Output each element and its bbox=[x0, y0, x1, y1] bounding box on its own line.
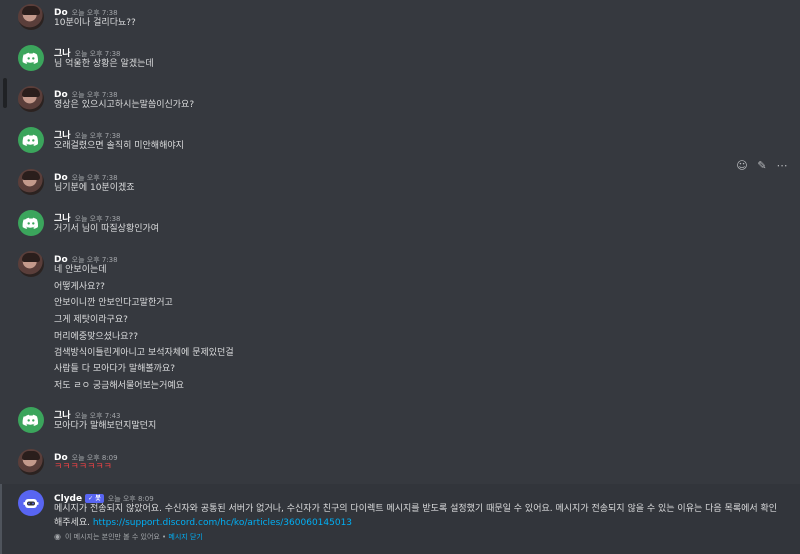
timestamp: 오늘 오후 7:43 bbox=[74, 412, 121, 420]
message: Do 오늘 오후 7:38 네 안보이는데 어떻게사요?? 안보이니깐 안보인다고… bbox=[0, 251, 800, 397]
user-photo-avatar[interactable] bbox=[18, 86, 44, 112]
robot-icon bbox=[23, 499, 39, 508]
message-text: 모아다가 말해보던지말던지 bbox=[54, 421, 157, 431]
message-text: 네 안보이는데 bbox=[54, 265, 107, 275]
message-text: 안보이니깐 안보인다고말한거고 bbox=[54, 298, 173, 308]
discord-logo-avatar[interactable] bbox=[18, 45, 44, 71]
message: 그나 오늘 오후 7:38 님 억울한 상황은 알겠는데 bbox=[0, 45, 800, 73]
discord-logo-avatar[interactable] bbox=[18, 127, 44, 153]
timestamp: 오늘 오후 7:38 bbox=[71, 9, 118, 17]
eye-icon: ◉ bbox=[54, 532, 61, 541]
message-text: 사람들 다 모아다가 말해볼까요? bbox=[54, 364, 176, 374]
message-text: 오래걸렸으면 솔직히 미안해해야지 bbox=[54, 141, 184, 151]
message-text: 님 억울한 상황은 알겠는데 bbox=[54, 59, 154, 69]
discord-logo-icon bbox=[22, 52, 39, 64]
ephemeral-note: ◉ 이 메시지는 본인만 볼 수 있어요 • 메시지 닫기 bbox=[54, 532, 203, 542]
message-text: 어떻게사요?? bbox=[54, 282, 105, 292]
dismiss-message-link[interactable]: 메시지 닫기 bbox=[168, 533, 202, 541]
timestamp: 오늘 오후 7:38 bbox=[74, 215, 121, 223]
clyde-bot-avatar[interactable] bbox=[18, 490, 44, 516]
message-text: 영상은 있으시고하시는말씀이신가요? bbox=[54, 100, 195, 110]
timestamp: 오늘 오후 7:38 bbox=[71, 91, 118, 99]
message-text: 저도 ㄹㅇ 궁금해서물어보는거예요 bbox=[54, 381, 184, 391]
discord-logo-icon bbox=[22, 134, 39, 146]
ephemeral-note-text: 이 메시지는 본인만 볼 수 있어요 • bbox=[64, 533, 169, 541]
user-photo-avatar[interactable] bbox=[18, 169, 44, 195]
user-photo-avatar[interactable] bbox=[18, 449, 44, 475]
discord-logo-icon bbox=[22, 217, 39, 229]
message-text: 님기분에 10분이겠죠 bbox=[54, 183, 135, 193]
timestamp: 오늘 오후 7:38 bbox=[74, 50, 121, 58]
message: Do 오늘 오후 7:38 영상은 있으시고하시는말씀이신가요? bbox=[0, 86, 800, 114]
message: Do 오늘 오후 7:38 10분이나 걸리다뇨?? bbox=[0, 4, 800, 32]
clyde-ephemeral-message: Clyde ✓ 봇 오늘 오후 8:09 메시지가 전송되지 않았어요. 수신자와 … bbox=[0, 484, 800, 554]
message: 그나 오늘 오후 7:38 거기서 님이 따질상황인가여 bbox=[0, 210, 800, 238]
message-text: 그게 제탓이라구요? bbox=[54, 315, 128, 325]
chat-messages: Do 오늘 오후 7:38 10분이나 걸리다뇨?? 그나 오늘 오후 7:38 님… bbox=[0, 0, 800, 554]
clyde-message-text: 메시지가 전송되지 않았어요. 수신자와 공통된 서버가 없거나, 수신자가 친… bbox=[54, 502, 784, 530]
user-photo-avatar[interactable] bbox=[18, 4, 44, 30]
user-photo-avatar[interactable] bbox=[18, 251, 44, 277]
message-text: 검색방식이틀린게아니고 보석자체에 문제있던걸 bbox=[54, 348, 234, 358]
message: 그나 오늘 오후 7:43 모아다가 말해보던지말던지 bbox=[0, 407, 800, 435]
support-link[interactable]: https://support.discord.com/hc/ko/articl… bbox=[93, 518, 352, 528]
message-text: 거기서 님이 따질상황인가여 bbox=[54, 224, 160, 234]
discord-logo-avatar[interactable] bbox=[18, 210, 44, 236]
discord-logo-icon bbox=[22, 414, 39, 426]
message: 그나 오늘 오후 7:38 오래걸렸으면 솔직히 미안해해야지 bbox=[0, 127, 800, 155]
timestamp: 오늘 오후 7:38 bbox=[74, 132, 121, 140]
message-text: 머리에중맞으셨나요?? bbox=[54, 332, 139, 342]
timestamp: 오늘 오후 7:38 bbox=[71, 174, 118, 182]
message-text-failed: ㅋㅋㅋㅋㅋㅋㅋ bbox=[54, 462, 112, 472]
message: Do 오늘 오후 7:38 님기분에 10분이겠죠 bbox=[0, 169, 800, 197]
message-text: 10분이나 걸리다뇨?? bbox=[54, 18, 136, 28]
discord-logo-avatar[interactable] bbox=[18, 407, 44, 433]
timestamp: 오늘 오후 7:38 bbox=[71, 256, 118, 264]
message: Do 오늘 오후 8:09 ㅋㅋㅋㅋㅋㅋㅋ bbox=[0, 449, 800, 477]
